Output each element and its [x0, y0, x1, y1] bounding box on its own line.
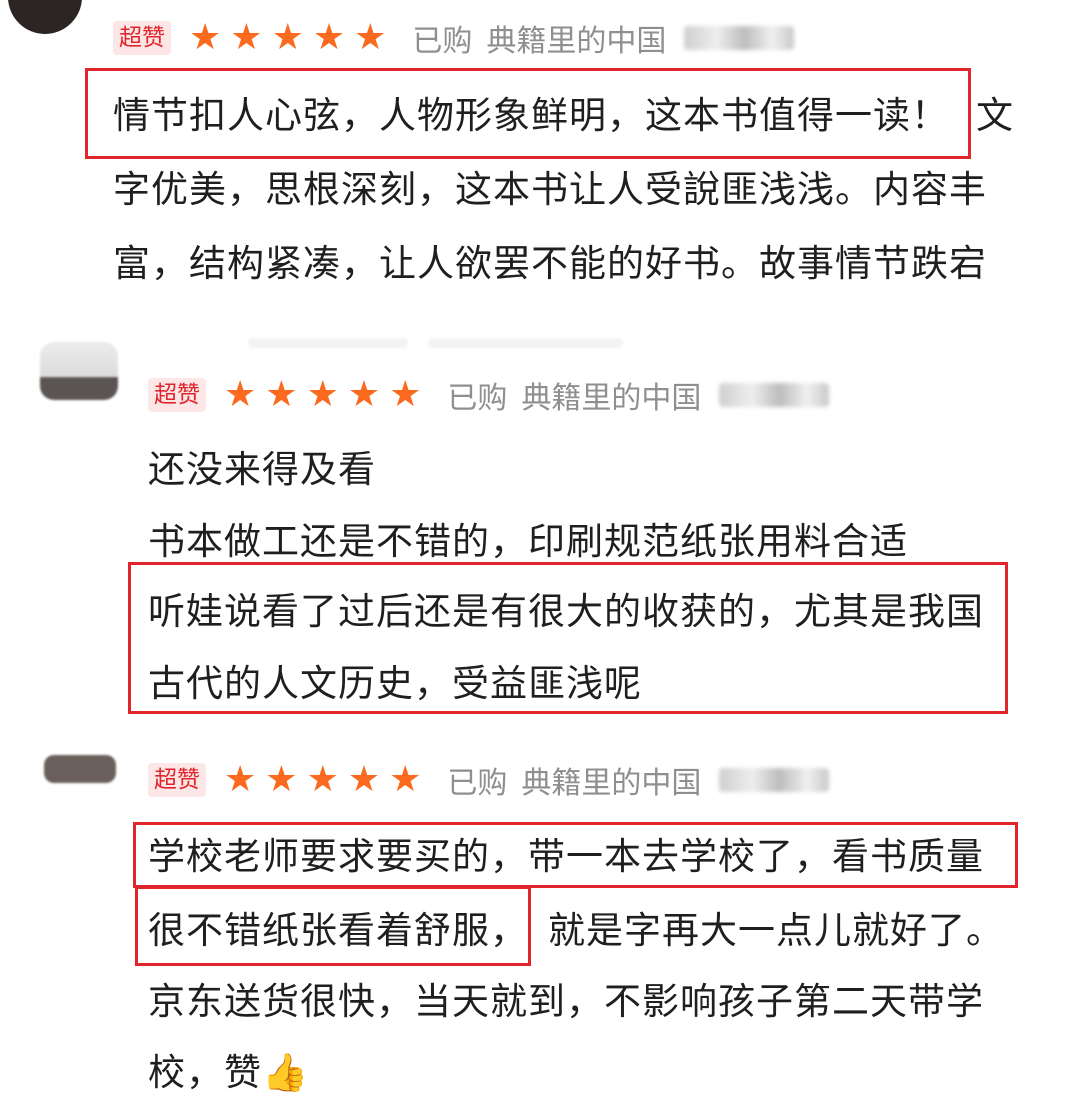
review-text-line: 京东送货很快，当天就到，不影响孩子第二天带学 [148, 980, 984, 1023]
star-icon: ★ [354, 17, 387, 58]
product-name[interactable]: 典籍里的中国 [486, 16, 666, 60]
star-icon: ★ [224, 759, 257, 800]
product-name[interactable]: 典籍里的中国 [521, 373, 701, 417]
review-text-line: 古代的人文历史，受益匪浅呢 [148, 662, 642, 705]
avatar[interactable] [40, 342, 118, 400]
avatar[interactable] [44, 755, 116, 783]
star-icon: ★ [265, 374, 298, 415]
review-text-line: 学校老师要求要买的，带一本去学校了，看书质量 [148, 835, 984, 878]
star-icon: ★ [347, 374, 381, 415]
review-meta: 超赞 ★ ★ ★ ★ ★ 已购 典籍里的中国 [148, 372, 830, 418]
star-icon: ★ [224, 374, 257, 415]
star-rating: ★ ★ ★ ★ ★ [189, 20, 386, 56]
star-icon: ★ [389, 759, 422, 800]
purchased-label: 已购 [412, 24, 473, 59]
review-text-line: 校，赞👍 [148, 1051, 310, 1094]
review-text-line: 情节扣人心弦，人物形象鲜明，这本书值得一读！ [113, 94, 949, 137]
star-icon: ★ [306, 374, 339, 415]
star-icon: ★ [306, 759, 339, 800]
blurred-variant [719, 383, 830, 407]
review-text-line: 还没来得及看 [148, 448, 376, 491]
review-meta: 超赞 ★ ★ ★ ★ ★ 已购 典籍里的中国 [148, 757, 830, 803]
blurred-variant [719, 768, 830, 792]
star-icon: ★ [312, 17, 346, 58]
purchased-label: 已购 [447, 381, 508, 416]
review-text-line: 就是字再大一点儿就好了。 [548, 909, 1004, 952]
star-icon: ★ [230, 17, 263, 58]
review-text-line: 很不错纸张看着舒服， [148, 909, 528, 952]
review-text-line: 富，结构紧凑，让人欲罢不能的好书。故事情节跌宕 [113, 242, 987, 285]
blurred-action-row [428, 338, 623, 348]
rating-badge: 超赞 [113, 21, 171, 55]
product-name[interactable]: 典籍里的中国 [521, 758, 701, 802]
blurred-action-row [248, 338, 408, 348]
star-rating: ★ ★ ★ ★ ★ [224, 377, 421, 413]
star-icon: ★ [189, 17, 222, 58]
star-icon: ★ [347, 759, 381, 800]
star-icon: ★ [265, 759, 298, 800]
rating-badge: 超赞 [148, 763, 206, 797]
avatar[interactable] [8, 0, 82, 34]
review-meta: 超赞 ★ ★ ★ ★ ★ 已购 典籍里的中国 [113, 15, 795, 61]
star-icon: ★ [389, 374, 422, 415]
blurred-variant [684, 26, 795, 50]
star-rating: ★ ★ ★ ★ ★ [224, 762, 421, 798]
review-text-line: 听娃说看了过后还是有很大的收获的，尤其是我国 [148, 590, 984, 633]
review-text-line: 字优美，思根深刻，这本书让人受說匪浅浅。内容丰 [113, 168, 987, 211]
review-text-line: 文 [976, 94, 1014, 137]
rating-badge: 超赞 [148, 378, 206, 412]
purchased-label: 已购 [447, 766, 508, 801]
star-icon: ★ [271, 17, 304, 58]
